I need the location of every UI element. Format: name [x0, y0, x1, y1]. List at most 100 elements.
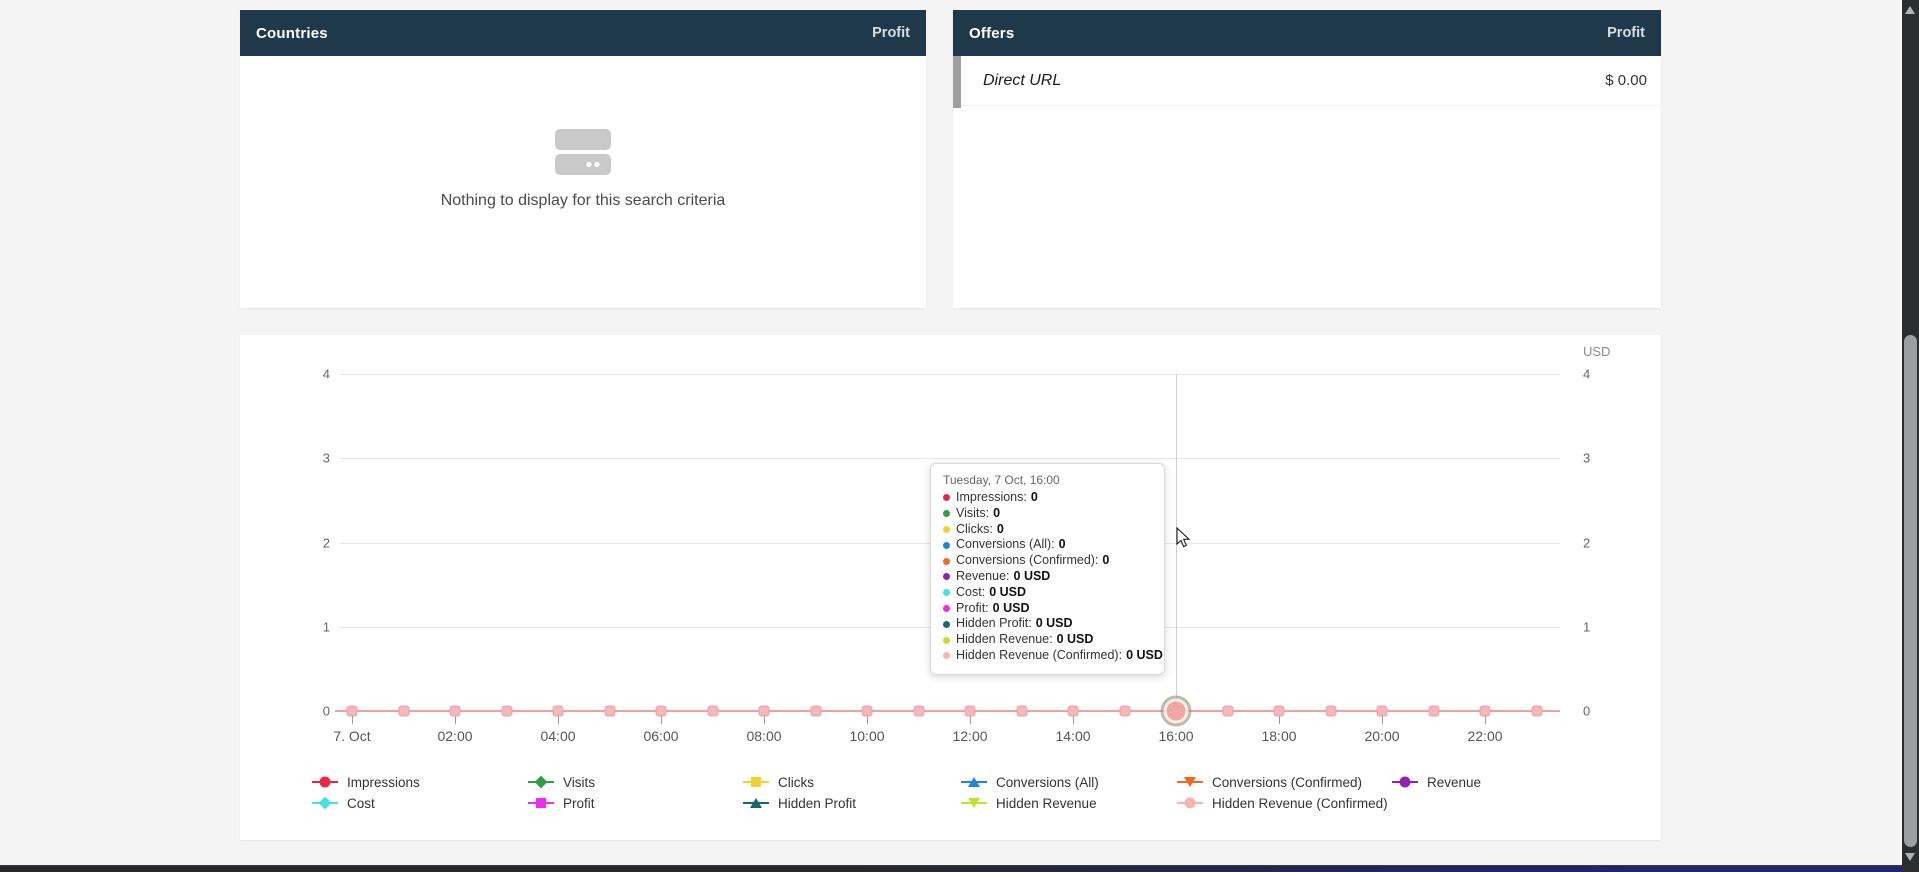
vertical-scrollbar[interactable] [1902, 0, 1919, 872]
offer-name: Direct URL [983, 72, 1061, 90]
timeline-chart-panel: USD 44332211007. Oct02:0004:0006:0008:00… [240, 335, 1661, 840]
x-axis-label: 22:00 [1467, 728, 1502, 744]
x-axis-label: 18:00 [1261, 728, 1296, 744]
legend-label: Conversions (Confirmed) [1212, 775, 1362, 790]
tooltip-row: Impressions:0 [943, 490, 1152, 506]
legend-label: Conversions (All) [996, 775, 1099, 790]
legend-item-hidden-revenue-confirmed[interactable]: Hidden Revenue (Confirmed) [1177, 794, 1388, 812]
data-point-marker [759, 706, 770, 717]
data-point-marker [1068, 706, 1079, 717]
legend-label: Visits [563, 775, 595, 790]
legend-item-profit[interactable]: Profit [528, 794, 595, 812]
series-marker-icon [1392, 775, 1418, 789]
countries-panel-header: Countries Profit [240, 10, 926, 56]
x-axis-label: 06:00 [643, 728, 678, 744]
series-marker-icon [961, 775, 987, 789]
x-axis-tick [764, 716, 765, 724]
scroll-down-arrow-icon[interactable] [1905, 853, 1915, 861]
tooltip-row: Profit:0 USD [943, 601, 1152, 617]
y-axis-label-left: 4 [295, 367, 330, 382]
countries-panel-title: Countries [256, 25, 328, 42]
empty-data-icon [555, 129, 611, 180]
x-axis-label: 10:00 [849, 728, 884, 744]
offers-panel-body: Direct URL $ 0.00 [953, 56, 1661, 308]
countries-empty-text: Nothing to display for this search crite… [441, 192, 726, 210]
offers-scrollbar-thumb[interactable] [953, 56, 961, 108]
y-axis-label-left: 2 [295, 535, 330, 550]
data-point-marker [1480, 706, 1491, 717]
x-axis-tick [455, 716, 456, 724]
data-point-marker [1325, 706, 1336, 717]
series-bullet-icon [943, 621, 950, 628]
legend-label: Impressions [347, 775, 420, 790]
tooltip-row: Conversions (Confirmed):0 [943, 553, 1152, 569]
legend-item-conversions-all[interactable]: Conversions (All) [961, 773, 1099, 791]
series-marker-icon [312, 796, 338, 810]
data-point-marker [398, 706, 409, 717]
tooltip-label: Clicks: [956, 522, 993, 538]
series-bullet-icon [943, 589, 950, 596]
tooltip-label: Profit: [956, 601, 989, 617]
tooltip-row: Conversions (All):0 [943, 537, 1152, 553]
legend-item-impressions[interactable]: Impressions [312, 773, 420, 791]
tooltip-label: Hidden Profit: [956, 616, 1032, 632]
tooltip-row: Hidden Revenue (Confirmed):0 USD [943, 648, 1152, 664]
series-marker-icon [743, 775, 769, 789]
x-axis-tick [970, 716, 971, 724]
legend-item-visits[interactable]: Visits [528, 773, 595, 791]
legend-item-cost[interactable]: Cost [312, 794, 375, 812]
data-point-marker [450, 706, 461, 717]
x-axis-tick [558, 716, 559, 724]
tooltip-value: 0 USD [1036, 616, 1073, 632]
legend-label: Hidden Revenue (Confirmed) [1212, 796, 1388, 811]
legend-item-hidden-profit[interactable]: Hidden Profit [743, 794, 856, 812]
data-point-marker [1016, 706, 1027, 717]
legend-label: Cost [347, 796, 375, 811]
tooltip-label: Impressions: [956, 490, 1027, 506]
x-axis-label: 16:00 [1158, 728, 1193, 744]
y-gridline [340, 458, 1560, 459]
y-axis-label-right: 1 [1583, 619, 1590, 634]
scroll-up-arrow-icon[interactable] [1905, 6, 1915, 14]
tooltip-row: Cost:0 USD [943, 585, 1152, 601]
series-bullet-icon [943, 637, 950, 644]
data-point-marker [1377, 706, 1388, 717]
tooltip-value: 0 USD [1014, 569, 1051, 585]
hovered-data-point[interactable] [1167, 702, 1186, 721]
countries-empty-state: Nothing to display for this search crite… [240, 56, 926, 308]
tooltip-label: Conversions (Confirmed): [956, 553, 1098, 569]
legend-item-hidden-revenue[interactable]: Hidden Revenue [961, 794, 1097, 812]
x-axis-tick [1073, 716, 1074, 724]
series-marker-icon [961, 796, 987, 810]
chart-tooltip: Tuesday, 7 Oct, 16:00 Impressions:0Visit… [930, 463, 1165, 675]
legend-item-conversions-confirmed[interactable]: Conversions (Confirmed) [1177, 773, 1362, 791]
y-axis-label-right: 4 [1583, 367, 1590, 382]
series-bullet-icon [943, 494, 950, 501]
table-row[interactable]: Direct URL $ 0.00 [953, 56, 1661, 106]
series-marker-icon [1177, 775, 1203, 789]
tooltip-row: Visits:0 [943, 506, 1152, 522]
y-axis-label-right: 3 [1583, 451, 1590, 466]
chart-crosshair [1176, 374, 1177, 698]
series-marker-icon [743, 796, 769, 810]
y-axis-label-left: 0 [295, 704, 330, 719]
x-axis-label: 12:00 [952, 728, 987, 744]
series-marker-icon [528, 796, 554, 810]
offers-panel-title: Offers [969, 25, 1014, 42]
legend-item-revenue[interactable]: Revenue [1392, 773, 1481, 791]
tooltip-value: 0 [1031, 490, 1038, 506]
tooltip-label: Conversions (All): [956, 537, 1055, 553]
tooltip-value: 0 [1059, 537, 1066, 553]
series-bullet-icon [943, 573, 950, 580]
series-marker-icon [312, 775, 338, 789]
scrollbar-thumb[interactable] [1904, 335, 1917, 847]
data-point-marker [707, 706, 718, 717]
data-point-marker [347, 706, 358, 717]
tooltip-value: 0 [997, 522, 1004, 538]
x-axis-label: 02:00 [437, 728, 472, 744]
countries-metric-label: Profit [872, 25, 910, 41]
data-point-marker [1119, 706, 1130, 717]
data-point-marker [1428, 706, 1439, 717]
legend-item-clicks[interactable]: Clicks [743, 773, 814, 791]
y-axis-label-left: 1 [295, 619, 330, 634]
